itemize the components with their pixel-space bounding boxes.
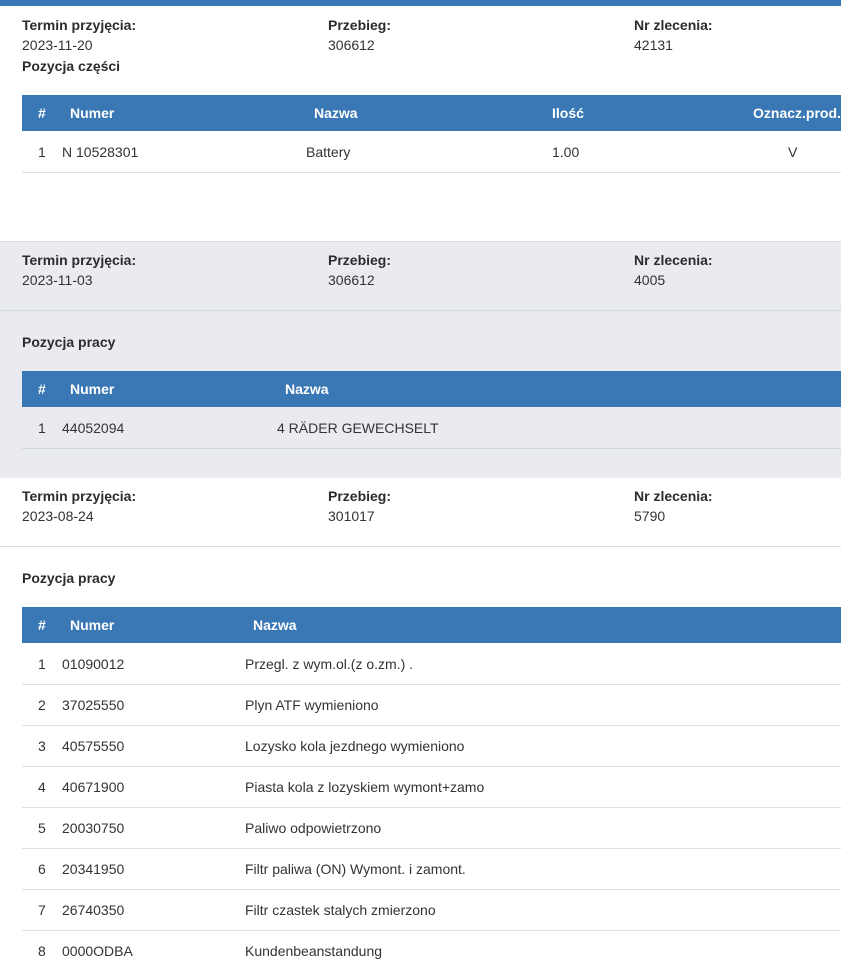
- column-header-number: Numer: [70, 617, 115, 633]
- order-number-value: 42131: [634, 37, 673, 53]
- row-name: Przegl. z wym.ol.(z o.zm.) .: [245, 656, 414, 672]
- order-number-label: Nr zlecenia:: [634, 252, 713, 268]
- row-number: 20341950: [62, 861, 125, 877]
- row-index: 8: [38, 943, 46, 959]
- row-index: 2: [38, 697, 46, 713]
- row-number: 40575550: [62, 738, 125, 754]
- table-row: 5 20030750 Paliwo odpowietrzono: [22, 807, 841, 849]
- date-label: Termin przyjęcia:: [22, 252, 137, 268]
- column-header-index: #: [38, 617, 46, 633]
- mileage-value: 306612: [328, 272, 375, 288]
- section-title: Pozycja części: [22, 58, 121, 74]
- row-number: 01090012: [62, 656, 125, 672]
- row-number: 20030750: [62, 820, 125, 836]
- order-number-label: Nr zlecenia:: [634, 488, 713, 504]
- column-header-index: #: [38, 105, 46, 121]
- date-value: 2023-08-24: [22, 508, 94, 524]
- divider: [0, 310, 841, 311]
- table-row: 1 44052094 4 RÄDER GEWECHSELT: [22, 407, 841, 449]
- row-number: 0000ODBA: [62, 943, 133, 959]
- date-value: 2023-11-20: [22, 37, 93, 53]
- work-table-header: # Numer Nazwa: [22, 607, 841, 643]
- column-header-index: #: [38, 381, 46, 397]
- order-number-label: Nr zlecenia:: [634, 17, 713, 33]
- row-product-mark: V: [788, 144, 798, 160]
- row-number: 26740350: [62, 902, 125, 918]
- row-index: 1: [38, 420, 46, 436]
- work-table-header: # Numer Nazwa: [22, 371, 841, 407]
- row-quantity: 1.00: [552, 144, 580, 160]
- row-name: Plyn ATF wymieniono: [245, 697, 379, 713]
- row-index: 3: [38, 738, 46, 754]
- table-row: 8 0000ODBA Kundenbeanstandung: [22, 930, 841, 960]
- mileage-label: Przebieg:: [328, 17, 392, 33]
- row-name: Lozysko kola jezdnego wymieniono: [245, 738, 465, 754]
- order-number-value: 4005: [634, 272, 666, 288]
- order-number-value: 5790: [634, 508, 666, 524]
- row-name: Battery: [306, 144, 351, 160]
- row-index: 4: [38, 779, 46, 795]
- column-header-product-mark: Oznacz.prod.: [753, 105, 841, 121]
- row-name: Filtr czastek stalych zmierzono: [245, 902, 436, 918]
- table-row: 6 20341950 Filtr paliwa (ON) Wymont. i z…: [22, 848, 841, 890]
- row-name: 4 RÄDER GEWECHSELT: [277, 420, 439, 436]
- column-header-name: Nazwa: [253, 617, 297, 633]
- table-row: 7 26740350 Filtr czastek stalych zmierzo…: [22, 889, 841, 931]
- column-header-number: Numer: [70, 381, 115, 397]
- date-label: Termin przyjęcia:: [22, 488, 137, 504]
- row-index: 6: [38, 861, 46, 877]
- mileage-value: 306612: [328, 37, 375, 53]
- top-accent-bar: [0, 0, 841, 6]
- table-row: 2 37025550 Plyn ATF wymieniono: [22, 684, 841, 726]
- parts-table-header: # Numer Nazwa Ilość Oznacz.prod.: [22, 95, 841, 131]
- divider: [0, 241, 841, 242]
- column-header-quantity: Ilość: [552, 105, 584, 121]
- table-row: 1 01090012 Przegl. z wym.ol.(z o.zm.) .: [22, 643, 841, 685]
- mileage-label: Przebieg:: [328, 488, 392, 504]
- divider: [0, 546, 841, 547]
- table-row: 4 40671900 Piasta kola z lozyskiem wymon…: [22, 766, 841, 808]
- date-value: 2023-11-03: [22, 272, 93, 288]
- table-row: 1 N 10528301 Battery 1.00 V: [22, 131, 841, 173]
- date-label: Termin przyjęcia:: [22, 17, 137, 33]
- row-number: 37025550: [62, 697, 125, 713]
- row-name: Paliwo odpowietrzono: [245, 820, 382, 836]
- row-index: 7: [38, 902, 46, 918]
- row-number: 44052094: [62, 420, 125, 436]
- row-name: Piasta kola z lozyskiem wymont+zamo: [245, 779, 485, 795]
- column-header-name: Nazwa: [314, 105, 358, 121]
- row-index: 5: [38, 820, 46, 836]
- row-index: 1: [38, 656, 46, 672]
- row-number: N 10528301: [62, 144, 139, 160]
- row-number: 40671900: [62, 779, 125, 795]
- mileage-value: 301017: [328, 508, 375, 524]
- section-title: Pozycja pracy: [22, 570, 116, 586]
- row-index: 1: [38, 144, 46, 160]
- column-header-name: Nazwa: [285, 381, 329, 397]
- column-header-number: Numer: [70, 105, 115, 121]
- mileage-label: Przebieg:: [328, 252, 392, 268]
- section-title: Pozycja pracy: [22, 334, 116, 350]
- table-row: 3 40575550 Lozysko kola jezdnego wymieni…: [22, 725, 841, 767]
- row-name: Kundenbeanstandung: [245, 943, 383, 959]
- row-name: Filtr paliwa (ON) Wymont. i zamont.: [245, 861, 466, 877]
